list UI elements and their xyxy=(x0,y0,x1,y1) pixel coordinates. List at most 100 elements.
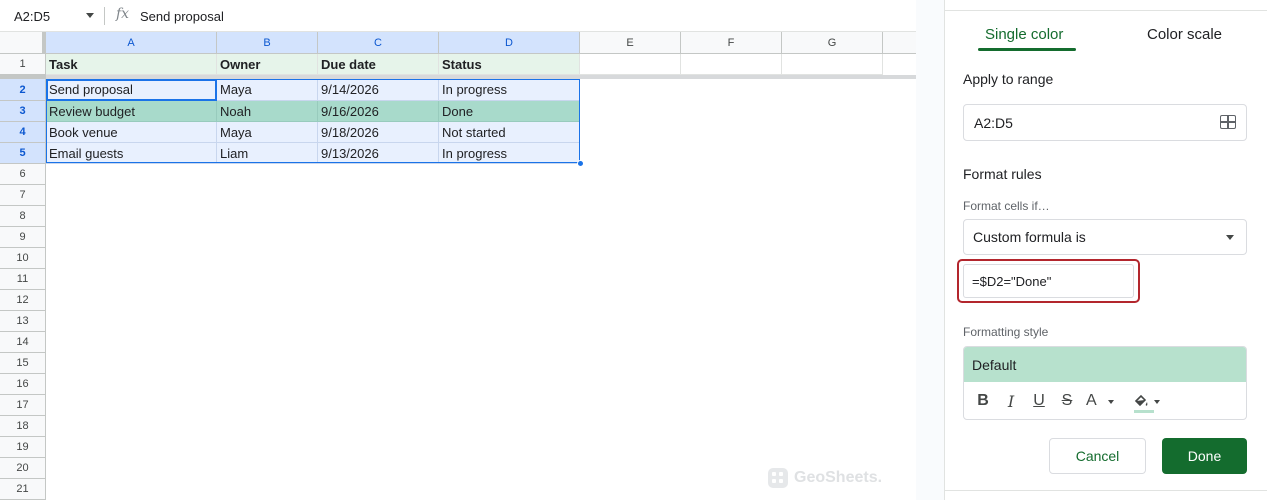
row-header-10[interactable]: 10 xyxy=(0,248,46,269)
custom-formula-value: =$D2="Done" xyxy=(972,273,1052,289)
bold-icon[interactable]: B xyxy=(974,391,992,411)
formula-input[interactable]: Send proposal xyxy=(140,0,224,32)
style-preview-text: Default xyxy=(972,356,1017,373)
divider xyxy=(945,490,1267,491)
strikethrough-icon[interactable]: S xyxy=(1058,391,1076,411)
table-cell[interactable]: Liam xyxy=(217,143,318,164)
divider xyxy=(945,10,1267,11)
formatting-style-label: Formatting style xyxy=(963,325,1049,339)
row-header-16[interactable]: 16 xyxy=(0,374,46,395)
row-header-15[interactable]: 15 xyxy=(0,353,46,374)
active-tab-indicator xyxy=(978,48,1076,51)
conditional-format-panel: Single color Color scale Apply to range … xyxy=(944,0,1280,500)
row-header-13[interactable]: 13 xyxy=(0,311,46,332)
row-header-14[interactable]: 14 xyxy=(0,332,46,353)
table-cell[interactable]: Maya xyxy=(217,79,318,101)
table-cell[interactable] xyxy=(681,54,782,75)
row-header-8[interactable]: 8 xyxy=(0,206,46,227)
table-cell[interactable] xyxy=(580,54,681,75)
table-cell[interactable]: Done xyxy=(439,101,580,122)
table-cell[interactable]: Book venue xyxy=(46,122,217,143)
fx-icon: fx xyxy=(116,6,130,22)
table-cell[interactable]: In progress xyxy=(439,143,580,164)
formula-bar: A2:D5 fx Send proposal xyxy=(0,0,916,32)
row-header-18[interactable]: 18 xyxy=(0,416,46,437)
name-box[interactable]: A2:D5 xyxy=(0,0,104,32)
style-preview[interactable]: Default xyxy=(964,347,1246,382)
done-button[interactable]: Done xyxy=(1162,438,1247,474)
tab-single-color[interactable]: Single color xyxy=(985,26,1063,43)
select-all-corner[interactable] xyxy=(0,32,46,54)
header-cell-task[interactable]: Task xyxy=(46,54,217,75)
text-color-button[interactable]: A xyxy=(1086,391,1114,411)
condition-select[interactable]: Custom formula is xyxy=(963,219,1247,255)
row-header-20[interactable]: 20 xyxy=(0,458,46,479)
column-header-a[interactable]: A xyxy=(46,32,217,54)
header-cell-status[interactable]: Status xyxy=(439,54,580,75)
column-header-g[interactable]: G xyxy=(782,32,883,54)
spreadsheet-grid[interactable]: A B C D E F G 1 2 3 4 5 6 7 8 9 10 11 12… xyxy=(0,32,916,500)
select-range-icon[interactable] xyxy=(1220,115,1236,129)
table-cell[interactable]: Send proposal xyxy=(46,79,217,101)
table-cell[interactable]: Maya xyxy=(217,122,318,143)
range-input[interactable]: A2:D5 xyxy=(963,104,1247,141)
row-header-1[interactable]: 1 xyxy=(0,54,46,75)
chevron-down-icon[interactable] xyxy=(86,13,94,18)
name-box-value: A2:D5 xyxy=(14,8,51,24)
chevron-down-icon xyxy=(1108,400,1114,404)
row-header-4[interactable]: 4 xyxy=(0,122,46,143)
italic-icon[interactable]: I xyxy=(1002,391,1020,411)
fill-color-swatch xyxy=(1134,410,1154,413)
column-header-c[interactable]: C xyxy=(318,32,439,54)
fill-color-button[interactable] xyxy=(1132,391,1160,413)
table-cell[interactable]: Email guests xyxy=(46,143,217,164)
column-header-h[interactable] xyxy=(883,32,916,54)
formatting-style-box: Default B I U S A xyxy=(963,346,1247,420)
header-cell-due-date[interactable]: Due date xyxy=(318,54,439,75)
tab-color-scale[interactable]: Color scale xyxy=(1147,26,1222,43)
panel-gutter xyxy=(916,0,944,500)
table-cell[interactable] xyxy=(782,54,883,75)
format-rules-label: Format rules xyxy=(963,166,1042,182)
row-header-17[interactable]: 17 xyxy=(0,395,46,416)
table-cell[interactable]: Review budget xyxy=(46,101,217,122)
row-header-6[interactable]: 6 xyxy=(0,164,46,185)
header-cell-owner[interactable]: Owner xyxy=(217,54,318,75)
format-cells-if-label: Format cells if… xyxy=(963,199,1050,213)
table-cell[interactable]: 9/14/2026 xyxy=(318,79,439,101)
row-header-12[interactable]: 12 xyxy=(0,290,46,311)
condition-select-value: Custom formula is xyxy=(973,229,1086,245)
chevron-down-icon xyxy=(1154,400,1160,404)
row-header-19[interactable]: 19 xyxy=(0,437,46,458)
cancel-button[interactable]: Cancel xyxy=(1049,438,1146,474)
table-cell[interactable]: Not started xyxy=(439,122,580,143)
custom-formula-input[interactable]: =$D2="Done" xyxy=(963,264,1134,298)
row-header-7[interactable]: 7 xyxy=(0,185,46,206)
table-cell[interactable]: 9/18/2026 xyxy=(318,122,439,143)
column-header-b[interactable]: B xyxy=(217,32,318,54)
table-cell[interactable]: 9/16/2026 xyxy=(318,101,439,122)
chevron-down-icon[interactable] xyxy=(1226,235,1234,240)
table-cell[interactable]: In progress xyxy=(439,79,580,101)
table-cell[interactable]: 9/13/2026 xyxy=(318,143,439,164)
column-header-f[interactable]: F xyxy=(681,32,782,54)
column-header-e[interactable]: E xyxy=(580,32,681,54)
table-cell[interactable]: Noah xyxy=(217,101,318,122)
underline-icon[interactable]: U xyxy=(1030,391,1048,411)
divider xyxy=(104,7,105,25)
fill-handle[interactable] xyxy=(577,160,584,167)
column-header-d[interactable]: D xyxy=(439,32,580,54)
row-header-5[interactable]: 5 xyxy=(0,143,46,164)
row-header-9[interactable]: 9 xyxy=(0,227,46,248)
row-header-2[interactable]: 2 xyxy=(0,79,46,101)
row-header-3[interactable]: 3 xyxy=(0,101,46,122)
range-input-value: A2:D5 xyxy=(974,114,1013,131)
row-header-11[interactable]: 11 xyxy=(0,269,46,290)
watermark: GeoSheets. xyxy=(768,468,882,488)
watermark-text: GeoSheets. xyxy=(794,469,883,486)
apply-to-range-label: Apply to range xyxy=(963,71,1054,87)
text-color-icon: A xyxy=(1086,392,1097,409)
row-header-21[interactable]: 21 xyxy=(0,479,46,500)
geosheets-logo-icon xyxy=(768,468,788,488)
style-toolbar: B I U S A xyxy=(964,382,1246,419)
